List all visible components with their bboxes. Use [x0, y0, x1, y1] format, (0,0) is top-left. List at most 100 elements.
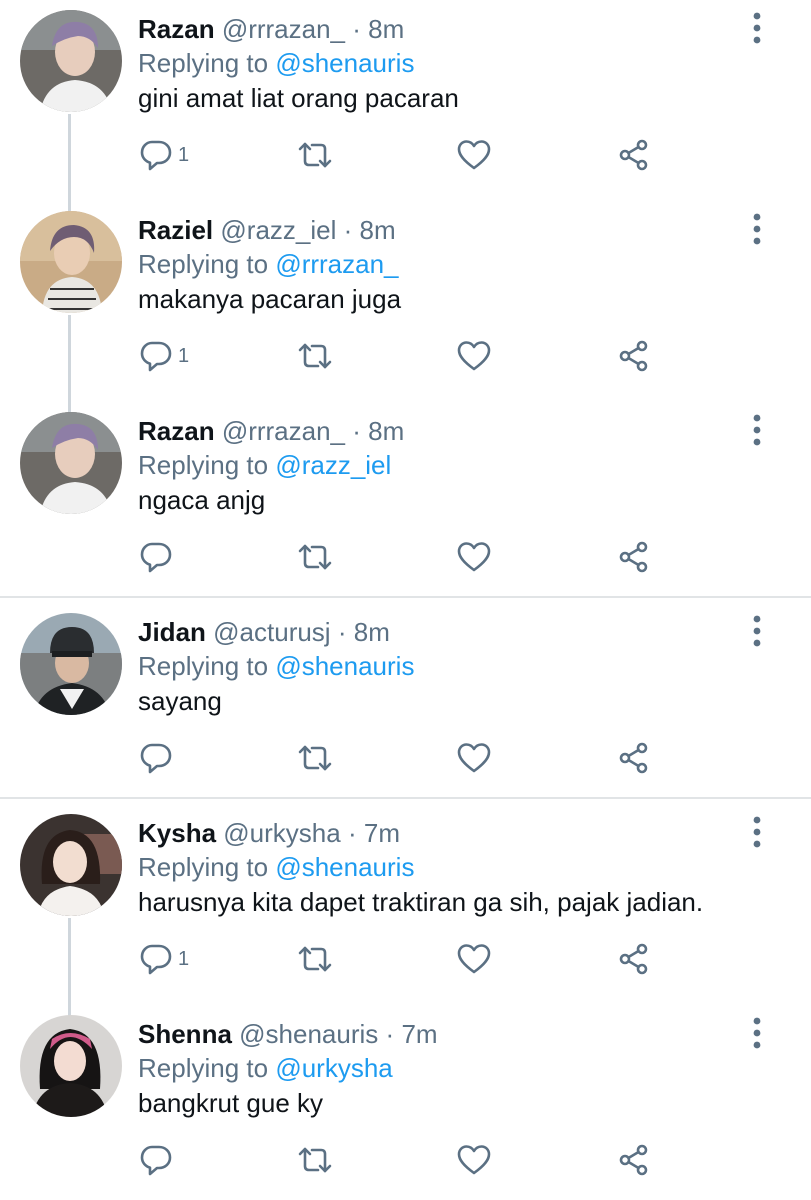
- more-icon: [753, 1017, 761, 1049]
- like-icon: [457, 341, 491, 371]
- share-button[interactable]: [616, 334, 652, 378]
- avatar[interactable]: [20, 10, 122, 112]
- retweet-button[interactable]: [296, 736, 334, 780]
- replying-to-label: Replying to: [138, 450, 269, 480]
- reply-button[interactable]: 1: [138, 334, 189, 378]
- retweet-button[interactable]: [296, 1138, 334, 1182]
- reply-icon: [140, 341, 172, 372]
- like-button[interactable]: [456, 133, 492, 177]
- reply-icon: [140, 140, 172, 171]
- share-button[interactable]: [616, 535, 652, 579]
- reply-button[interactable]: [138, 1138, 178, 1182]
- more-icon: [753, 414, 761, 446]
- reply-thread-feed: Razan @rrrazan_ · 8m Replying to @shenau…: [0, 0, 811, 1200]
- tweet[interactable]: Jidan @acturusj · 8m Replying to @shenau…: [0, 603, 811, 804]
- timestamp[interactable]: 7m: [401, 1019, 437, 1049]
- timestamp[interactable]: 7m: [364, 818, 400, 848]
- display-name[interactable]: Shenna: [138, 1019, 232, 1049]
- timestamp[interactable]: 8m: [368, 416, 404, 446]
- reply-count: 1: [178, 947, 190, 970]
- timestamp[interactable]: 8m: [360, 215, 396, 245]
- user-handle[interactable]: @urkysha: [223, 818, 340, 848]
- timestamp[interactable]: 8m: [368, 14, 404, 44]
- more-options-button[interactable]: [740, 810, 774, 854]
- user-handle[interactable]: @shenauris: [239, 1019, 378, 1049]
- mention-link[interactable]: @shenauris: [275, 651, 414, 681]
- tweet[interactable]: Kysha @urkysha · 7m Replying to @shenaur…: [0, 804, 811, 1005]
- tweet-actions: [138, 1138, 758, 1182]
- reply-count: 1: [178, 143, 190, 166]
- reply-button[interactable]: [138, 535, 178, 579]
- like-button[interactable]: [456, 736, 492, 780]
- display-name[interactable]: Jidan: [138, 617, 206, 647]
- reply-icon: [140, 542, 172, 573]
- retweet-button[interactable]: [296, 535, 334, 579]
- retweet-icon: [298, 745, 332, 771]
- display-name[interactable]: Kysha: [138, 818, 216, 848]
- like-icon: [457, 1145, 491, 1175]
- more-options-button[interactable]: [740, 6, 774, 50]
- reply-count: 1: [178, 344, 190, 367]
- mention-link[interactable]: @urkysha: [275, 1053, 392, 1083]
- retweet-button[interactable]: [296, 133, 334, 177]
- tweet-actions: [138, 736, 758, 780]
- tweet-header: Raziel @razz_iel · 8m: [138, 213, 396, 247]
- retweet-icon: [298, 1147, 332, 1173]
- more-options-button[interactable]: [740, 609, 774, 653]
- more-options-button[interactable]: [740, 1011, 774, 1055]
- like-button[interactable]: [456, 937, 492, 981]
- separator-dot: ·: [343, 215, 353, 245]
- avatar[interactable]: [20, 211, 122, 313]
- like-button[interactable]: [456, 535, 492, 579]
- tweet-text: bangkrut gue ky: [138, 1088, 324, 1118]
- share-button[interactable]: [616, 736, 652, 780]
- like-button[interactable]: [456, 1138, 492, 1182]
- avatar[interactable]: [20, 1015, 122, 1117]
- display-name[interactable]: Raziel: [138, 215, 213, 245]
- more-options-button[interactable]: [740, 207, 774, 251]
- reply-button[interactable]: 1: [138, 937, 189, 981]
- share-button[interactable]: [616, 937, 652, 981]
- display-name[interactable]: Razan: [138, 14, 215, 44]
- separator-dot: ·: [385, 1019, 395, 1049]
- mention-link[interactable]: @razz_iel: [275, 450, 391, 480]
- timestamp[interactable]: 8m: [354, 617, 390, 647]
- avatar[interactable]: [20, 412, 122, 514]
- mention-link[interactable]: @shenauris: [275, 852, 414, 882]
- reply-button[interactable]: [138, 736, 178, 780]
- tweet-actions: 1: [138, 133, 758, 177]
- tweet[interactable]: Razan @rrrazan_ · 8m Replying to @razz_i…: [0, 402, 811, 603]
- user-handle[interactable]: @razz_iel: [220, 215, 336, 245]
- tweet-text: sayang: [138, 686, 222, 716]
- user-handle[interactable]: @acturusj: [213, 617, 330, 647]
- mention-link[interactable]: @rrrazan_: [275, 249, 398, 279]
- retweet-button[interactable]: [296, 334, 334, 378]
- replying-to-label: Replying to: [138, 249, 269, 279]
- share-button[interactable]: [616, 1138, 652, 1182]
- tweet[interactable]: Razan @rrrazan_ · 8m Replying to @shenau…: [0, 0, 811, 201]
- replying-to-label: Replying to: [138, 1053, 269, 1083]
- user-handle[interactable]: @rrrazan_: [222, 14, 345, 44]
- separator-dot: ·: [352, 14, 361, 44]
- like-button[interactable]: [456, 334, 492, 378]
- replying-to-line: Replying to @shenauris: [138, 850, 414, 884]
- tweet-header: Razan @rrrazan_ · 8m: [138, 414, 404, 448]
- more-icon: [753, 615, 761, 647]
- tweet[interactable]: Shenna @shenauris · 7m Replying to @urky…: [0, 1005, 811, 1200]
- retweet-button[interactable]: [296, 937, 334, 981]
- share-button[interactable]: [616, 133, 652, 177]
- more-options-button[interactable]: [740, 408, 774, 452]
- display-name[interactable]: Razan: [138, 416, 215, 446]
- tweet-text: gini amat liat orang pacaran: [138, 83, 459, 113]
- reply-button[interactable]: 1: [138, 133, 189, 177]
- mention-link[interactable]: @shenauris: [275, 48, 414, 78]
- avatar[interactable]: [20, 613, 122, 715]
- share-icon: [619, 943, 648, 975]
- user-handle[interactable]: @rrrazan_: [222, 416, 345, 446]
- tweet[interactable]: Raziel @razz_iel · 8m Replying to @rrraz…: [0, 201, 811, 402]
- reply-icon: [140, 1145, 172, 1176]
- avatar[interactable]: [20, 814, 122, 916]
- tweet-text: ngaca anjg: [138, 485, 266, 515]
- tweet-text: makanya pacaran juga: [138, 284, 402, 314]
- tweet-actions: 1: [138, 937, 758, 981]
